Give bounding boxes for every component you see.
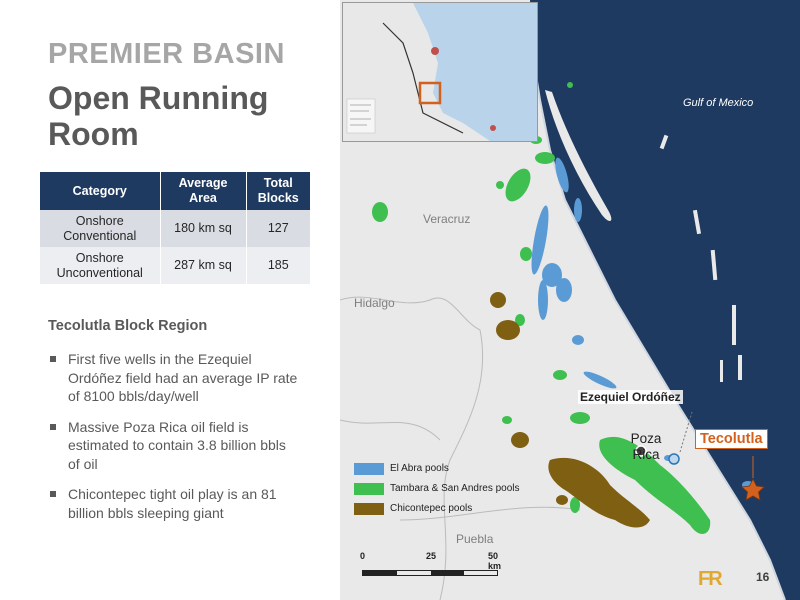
slide-title-main: Open Running Room (48, 80, 269, 152)
hidalgo-label: Hidalgo (354, 296, 395, 310)
list-item: First five wells in the Ezequiel Ordóñez… (48, 350, 298, 406)
scale-tick-50: 50 km (488, 551, 502, 571)
bullet-text: Chicontepec tight oil play is an 81 bill… (68, 486, 277, 521)
bullet-text: First five wells in the Ezequiel Ordóñez… (68, 351, 298, 404)
cell-area: 180 km sq (160, 210, 247, 247)
table-row: Onshore Unconventional 287 km sq 185 (40, 247, 310, 284)
list-item: Massive Poza Rica oil field is estimated… (48, 418, 298, 474)
region-map: Gulf of Mexico Veracruz Hidalgo Puebla E… (340, 0, 800, 600)
veracruz-label: Veracruz (423, 212, 471, 226)
table-row: Onshore Conventional 180 km sq 127 (40, 210, 310, 247)
map-legend: El Abra pools Tambara & San Andres pools… (354, 462, 520, 522)
legend-item: Tambara & San Andres pools (354, 482, 520, 495)
legend-swatch-chicontepec (354, 502, 384, 515)
tecolutla-label: Tecolutla (695, 429, 768, 449)
cell-blocks: 185 (246, 247, 310, 284)
company-logo: FR (698, 568, 723, 590)
bullet-square-icon (50, 423, 56, 430)
bullet-square-icon (50, 356, 56, 362)
cell-area: 287 km sq (160, 247, 247, 284)
page-number: 16 (756, 570, 770, 584)
block-stats-table: Category Average Area Total Blocks Onsho… (40, 172, 310, 284)
legend-label: El Abra pools (390, 463, 449, 474)
gulf-sea-area (530, 0, 800, 600)
bullet-text: Massive Poza Rica oil field is estimated… (68, 418, 286, 472)
gulf-of-mexico-label: Gulf of Mexico (683, 97, 754, 109)
legend-label: Tambara & San Andres pools (390, 483, 520, 494)
legend-item: El Abra pools (354, 462, 520, 475)
scale-tick-0: 0 (360, 551, 366, 561)
list-item: Chicontepec tight oil play is an 81 bill… (48, 485, 298, 522)
legend-label: Chicontepec pools (390, 503, 473, 514)
section-title: Tecolutla Block Region (48, 318, 208, 334)
state-boundary (340, 419, 441, 441)
header-total-blocks: Total Blocks (246, 172, 310, 210)
bullet-square-icon (50, 491, 56, 497)
puebla-label: Puebla (456, 532, 494, 546)
legend-swatch-tambara (354, 482, 384, 495)
header-average-area: Average Area (160, 172, 247, 210)
legend-swatch-el-abra (354, 462, 384, 475)
slide-title-premier: PREMIER BASIN (48, 38, 285, 70)
location-inset-map (342, 2, 538, 142)
scale-tick-25: 25 (426, 551, 437, 561)
inset-graphic (343, 3, 537, 141)
table-header-row: Category Average Area Total Blocks (40, 172, 310, 210)
cell-category: Onshore Conventional (40, 210, 161, 247)
ezequiel-ordonez-label: Ezequiel Ordóñez (578, 390, 683, 404)
cell-category: Onshore Unconventional (40, 247, 161, 284)
poza-rica-label: Poza Rica (630, 431, 662, 462)
header-category: Category (40, 172, 161, 210)
bullet-list: First five wells in the Ezequiel Ordóñez… (48, 350, 298, 534)
scale-bar-graphic (362, 570, 498, 576)
legend-item: Chicontepec pools (354, 502, 520, 515)
cell-blocks: 127 (246, 210, 310, 247)
